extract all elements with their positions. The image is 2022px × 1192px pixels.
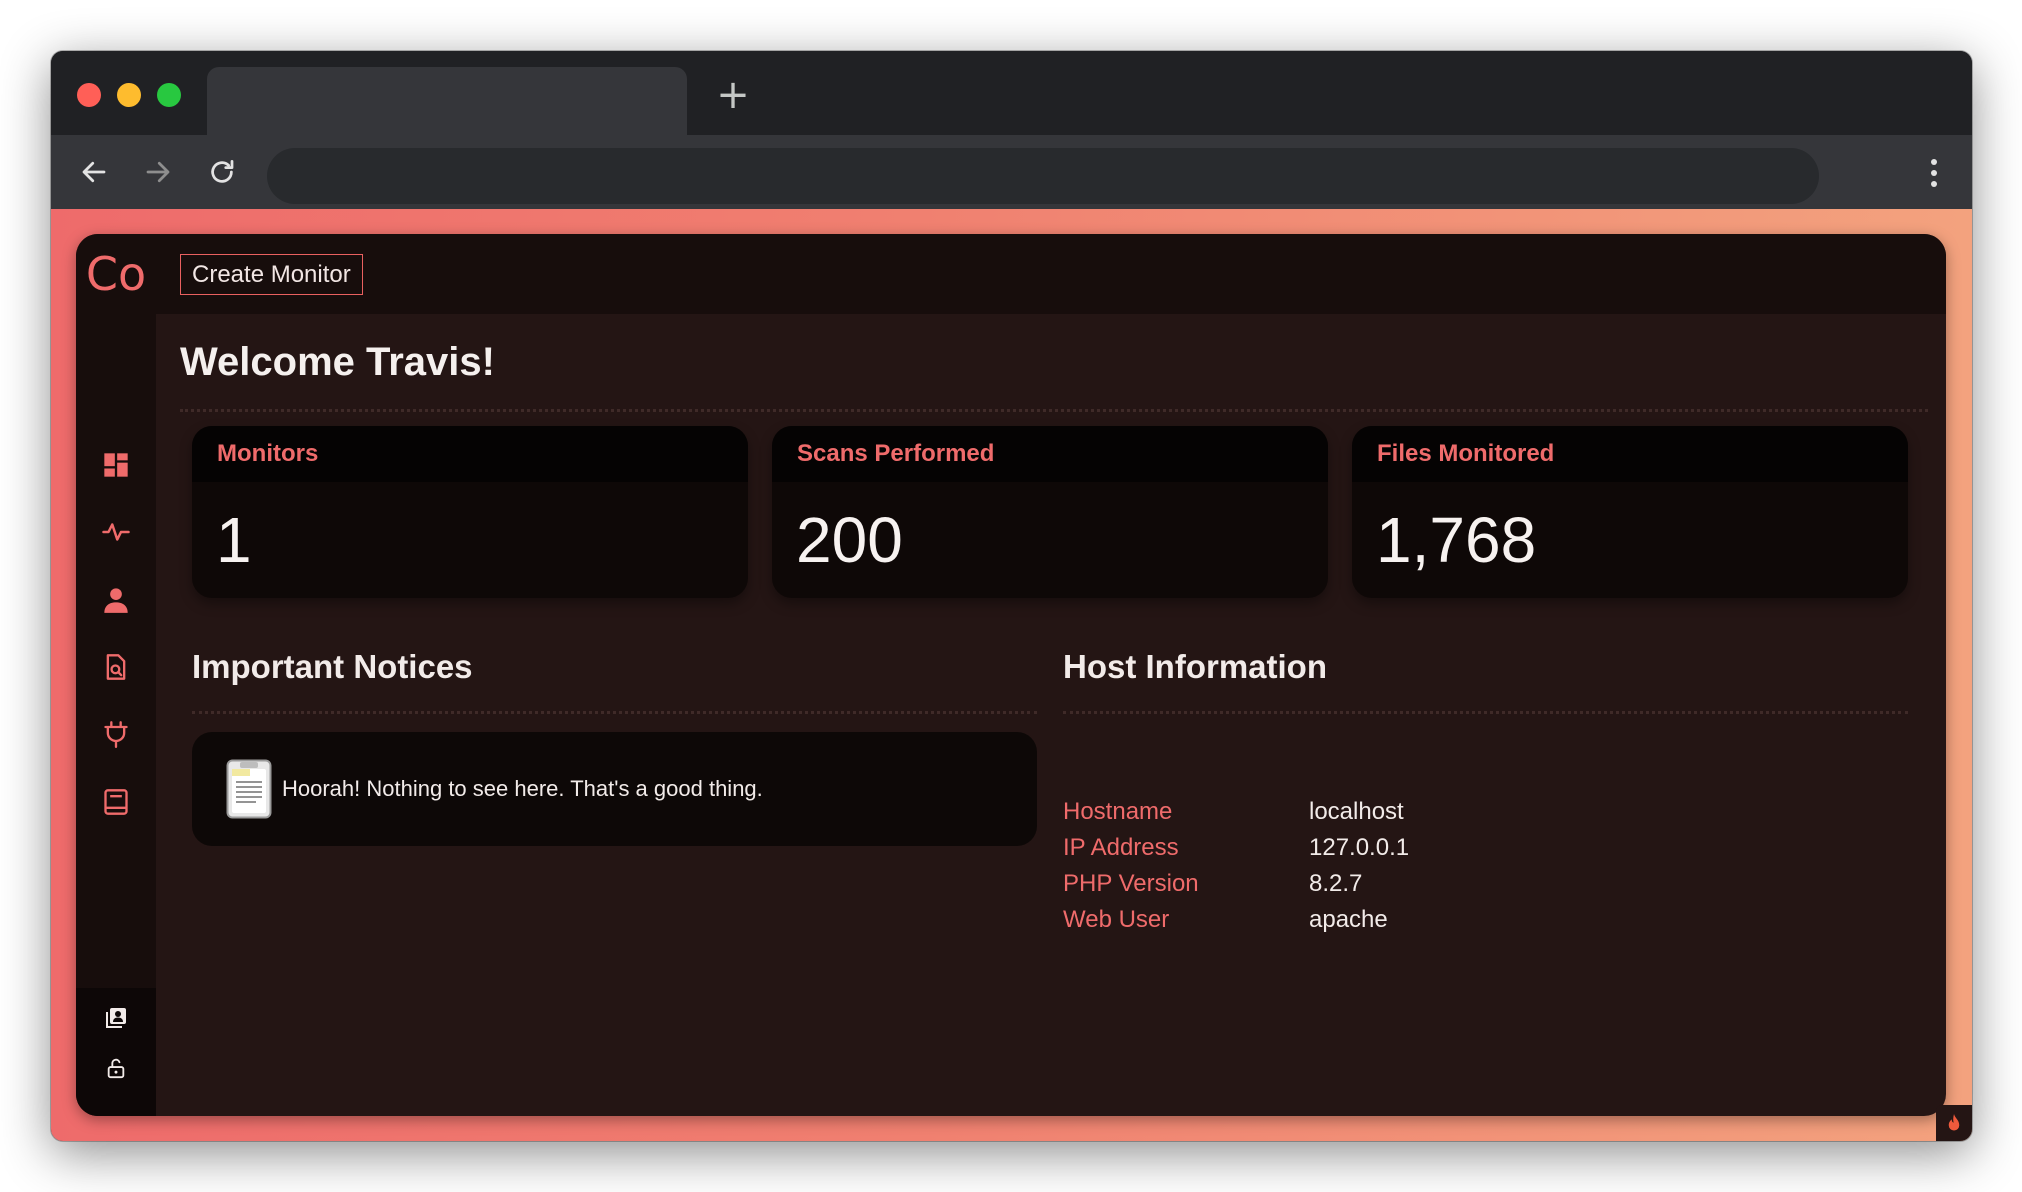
- browser-menu-button[interactable]: [1922, 153, 1946, 193]
- sidebar-item-activity[interactable]: [98, 514, 134, 550]
- host-info-key: IP Address: [1063, 834, 1179, 861]
- plug-icon: [104, 721, 128, 748]
- host-info-value: 127.0.0.1: [1309, 834, 1410, 861]
- app-logo[interactable]: Co: [76, 234, 156, 314]
- page-viewport: Co Create Monitor Welcome Travis! Monito…: [51, 209, 1972, 1141]
- corner-badge[interactable]: [1936, 1105, 1972, 1141]
- stat-card-monitors: Monitors 1: [192, 426, 748, 598]
- stat-card-scans: Scans Performed 200: [772, 426, 1328, 598]
- forward-button[interactable]: [137, 151, 179, 193]
- book-icon: [104, 789, 128, 815]
- maximize-window-button[interactable]: [157, 83, 181, 107]
- sidebar-item-users[interactable]: [98, 582, 134, 618]
- host-info-key: Hostname: [1063, 798, 1173, 825]
- table-row: PHP Version 8.2.7: [1063, 866, 1409, 902]
- host-info-value: localhost: [1309, 798, 1404, 825]
- file-search-icon: [106, 654, 126, 680]
- user-icon: [104, 588, 128, 613]
- main-content: Welcome Travis! Monitors 1 Scans Perform…: [156, 314, 1946, 1116]
- stat-card-value: 1: [216, 504, 252, 576]
- browser-window: + Co Create Monitor Welcome Travis! Moni…: [51, 51, 1972, 1141]
- unlock-icon: [107, 1058, 125, 1079]
- stat-card-value: 1,768: [1376, 504, 1537, 576]
- address-bar[interactable]: [267, 148, 1819, 204]
- app-shell: Co Create Monitor Welcome Travis! Monito…: [76, 234, 1946, 1116]
- host-info-value: 8.2.7: [1309, 870, 1363, 897]
- menu-dot-icon: [1931, 159, 1937, 165]
- dashboard-icon: [104, 453, 128, 477]
- sidebar-item-logout[interactable]: [98, 1050, 134, 1086]
- minimize-window-button[interactable]: [117, 83, 141, 107]
- host-info-key: PHP Version: [1063, 870, 1199, 897]
- menu-dot-icon: [1931, 181, 1937, 187]
- arrow-right-icon: [146, 161, 170, 183]
- close-window-button[interactable]: [77, 83, 101, 107]
- host-info-divider: [1063, 711, 1908, 714]
- menu-dot-icon: [1931, 170, 1937, 176]
- activity-pulse-icon: [102, 523, 130, 541]
- sidebar-item-scans[interactable]: [98, 649, 134, 685]
- notices-divider: [192, 711, 1037, 714]
- table-row: Web User apache: [1063, 902, 1409, 938]
- flame-icon: [1948, 1114, 1960, 1131]
- host-info-value: apache: [1309, 906, 1388, 933]
- host-info-table: Hostname localhost IP Address 127.0.0.1 …: [1063, 794, 1409, 938]
- sidebar-item-dashboard[interactable]: [98, 447, 134, 483]
- host-info-key: Web User: [1063, 906, 1170, 933]
- tab-bar: +: [51, 51, 1972, 135]
- table-row: IP Address 127.0.0.1: [1063, 830, 1409, 866]
- notice-card: Hoorah! Nothing to see here. That's a go…: [192, 732, 1037, 846]
- table-row: Hostname localhost: [1063, 794, 1409, 830]
- notice-message: Hoorah! Nothing to see here. That's a go…: [282, 776, 763, 801]
- host-info-title: Host Information: [1063, 648, 1327, 685]
- back-button[interactable]: [73, 151, 115, 193]
- browser-tab-active[interactable]: [207, 67, 687, 135]
- create-monitor-button[interactable]: Create Monitor: [180, 254, 363, 295]
- browser-toolbar: [51, 135, 1972, 209]
- stat-card-label: Scans Performed: [772, 426, 1328, 482]
- title-divider: [180, 409, 1928, 412]
- document-icon: [226, 759, 272, 819]
- top-bar: Create Monitor: [156, 234, 1946, 314]
- new-tab-button[interactable]: +: [715, 75, 751, 115]
- notices-title: Important Notices: [192, 648, 473, 685]
- arrow-left-icon: [82, 161, 106, 183]
- reload-icon: [211, 160, 234, 183]
- stat-card-label: Monitors: [192, 426, 748, 482]
- reload-button[interactable]: [201, 151, 243, 193]
- sidebar-item-integrations[interactable]: [98, 716, 134, 752]
- stat-card-value: 200: [796, 504, 903, 576]
- sidebar-footer: [76, 988, 156, 1116]
- stat-card-files: Files Monitored 1,768: [1352, 426, 1908, 598]
- page-title: Welcome Travis!: [180, 340, 495, 384]
- stat-card-label: Files Monitored: [1352, 426, 1908, 482]
- sidebar-item-contacts[interactable]: [98, 1000, 134, 1036]
- sidebar: Co: [76, 234, 156, 1116]
- contacts-icon: [106, 1008, 126, 1028]
- sidebar-item-docs[interactable]: [98, 784, 134, 820]
